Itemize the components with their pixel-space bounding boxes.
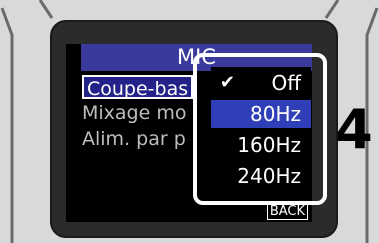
step-callout-number: 4 [335,98,373,161]
menu-item-alim[interactable]: Alim. par p [82,127,186,151]
option-240hz[interactable]: 240Hz [211,162,311,190]
low-cut-popup: ✔ Off 80Hz 160Hz 240Hz [211,67,311,193]
checkmark-icon: ✔ [219,72,235,93]
option-80hz-label: 80Hz [250,102,301,126]
option-80hz[interactable]: 80Hz [211,100,311,128]
back-button[interactable]: BACK [266,204,308,220]
device-body: MIC Coupe-bas Mixage mo Alim. par p BACK… [0,0,379,243]
menu-item-mixage[interactable]: Mixage mo [82,101,186,125]
option-160hz[interactable]: 160Hz [211,131,311,159]
option-off-label: Off [271,71,301,95]
option-240hz-label: 240Hz [237,164,301,188]
option-off[interactable]: ✔ Off [211,69,311,97]
option-160hz-label: 160Hz [237,133,301,157]
menu-item-coupe-bas[interactable]: Coupe-bas [82,75,194,100]
